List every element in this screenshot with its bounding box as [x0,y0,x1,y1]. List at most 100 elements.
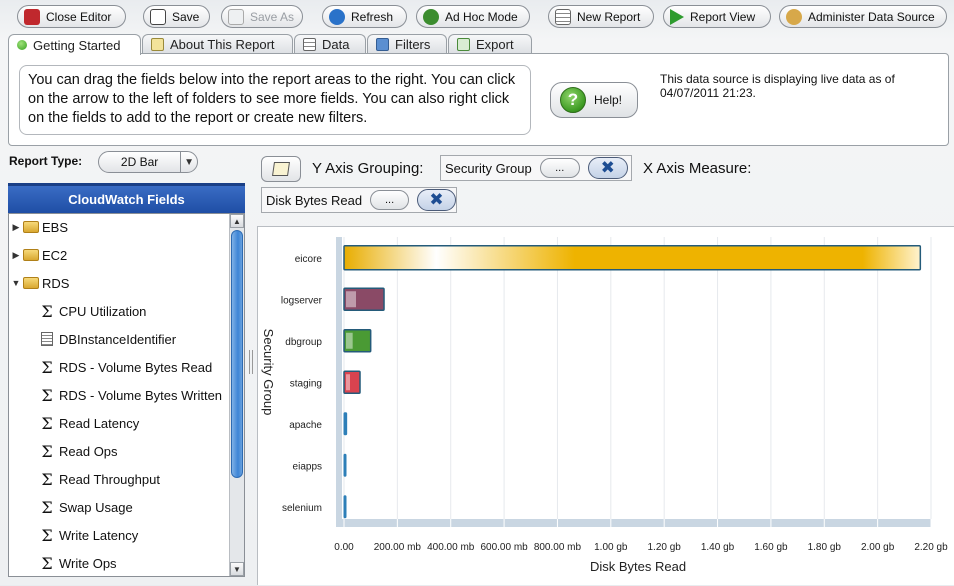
field-item[interactable]: Σ RDS - Volume Bytes Read [40,357,212,377]
instructions-text: You can drag the fields below into the r… [19,65,531,135]
y-tick-label: apache [289,420,322,431]
fields-scrollbar[interactable]: ▲ ▼ [229,214,244,576]
new-report-button[interactable]: New Report [548,5,654,28]
tree-folder-rds[interactable]: ▼ RDS [11,273,70,293]
sigma-icon: Σ [41,553,53,573]
y-axis-grouping-value: Security Group [445,160,532,176]
x-tick-label: 1.40 gb [701,542,735,553]
save-as-button[interactable]: Save As [221,5,303,28]
folder-icon [23,221,39,233]
scroll-up-icon[interactable]: ▲ [230,214,244,228]
bar-highlight [346,374,351,391]
chevron-down-icon[interactable]: ▼ [180,152,197,172]
chart-area: eicore logserver dbgroup staging apache eiapp… [257,226,954,585]
report-type-select[interactable]: 2D Bar ▼ [98,151,198,173]
field-item[interactable]: Σ Swap Usage [40,497,132,517]
report-type-label: Report Type: [9,154,83,168]
fields-tree: ▶ EBS ▶ EC2 ▼ RDS Σ CPU Utilization DBIn… [8,213,245,577]
x-tick-label: 1.80 gb [808,542,842,553]
tab-data[interactable]: Data [294,34,366,54]
y-grouping-options-button[interactable]: ... [539,158,580,178]
bar-highlight [346,332,353,349]
report-type-value: 2D Bar [120,155,159,169]
play-icon [670,8,684,25]
help-button[interactable]: ? Help! [550,82,638,118]
close-icon[interactable]: ✖ [587,157,628,179]
x-measure-options-button[interactable]: ... [370,190,410,210]
folder-icon [23,249,39,261]
tree-folder-ebs[interactable]: ▶ EBS [11,217,68,237]
x-tick-label: 600.00 mb [480,542,528,553]
panel-splitter-handle[interactable] [249,350,253,374]
x-axis-measure-value: Disk Bytes Read [266,192,363,208]
x-tick-label: 2.00 gb [861,542,895,553]
edit-report-button[interactable] [261,156,301,182]
expand-arrow-icon[interactable]: ▶ [11,222,21,233]
toolbar: Close Editor Save Save As Refresh Ad Hoc… [0,0,954,34]
y-axis-grouping-label: Y Axis Grouping: [312,160,424,177]
close-editor-button[interactable]: Close Editor [17,5,126,28]
expand-arrow-icon[interactable]: ▶ [11,250,21,261]
floppy-disk-icon [228,8,244,25]
admin-user-icon [786,8,802,25]
x-tick-label: 1.20 gb [647,542,681,553]
field-item[interactable]: Σ RDS - Volume Bytes Written [40,385,222,405]
sigma-icon: Σ [41,469,53,489]
y-tick-label: eicore [295,254,323,265]
x-axis-measure-label: X Axis Measure: [643,160,752,177]
x-tick-label: 2.20 gb [914,542,948,553]
bar-chart: eicore logserver dbgroup staging apache eiapp… [261,237,948,574]
tab-filters[interactable]: Filters [367,34,447,54]
sigma-icon: Σ [41,413,53,433]
x-tick-label: 1.00 gb [594,542,628,553]
close-editor-icon [24,8,40,25]
ad-hoc-icon [423,8,439,25]
x-axis-measure-field[interactable]: Disk Bytes Read ... ✖ [261,187,457,213]
question-mark-icon: ? [560,87,586,113]
field-item[interactable]: Σ Read Latency [40,413,139,433]
report-view-button[interactable]: Report View [663,5,771,28]
y-tick-label: staging [290,378,322,389]
field-item[interactable]: DBInstanceIdentifier [40,329,176,349]
ad-hoc-mode-button[interactable]: Ad Hoc Mode [416,5,530,28]
field-item[interactable]: Σ Write Latency [40,525,138,545]
y-tick-label: eiapps [293,461,322,472]
folder-icon [23,277,39,289]
note-icon [151,38,164,51]
fields-panel-title: CloudWatch Fields [8,183,245,213]
y-axis-band [336,237,342,527]
x-axis-band [336,519,931,527]
scroll-thumb[interactable] [231,230,243,478]
tab-about-this-report[interactable]: About This Report [142,34,293,54]
x-tick-label: 800.00 mb [534,542,582,553]
y-axis-title: Security Group [261,329,276,416]
y-axis-grouping-field[interactable]: Security Group ... ✖ [440,155,632,181]
close-icon[interactable]: ✖ [417,189,456,211]
save-button[interactable]: Save [143,5,210,28]
sigma-icon: Σ [41,301,53,321]
scroll-down-icon[interactable]: ▼ [230,562,244,576]
collapse-arrow-icon[interactable]: ▼ [11,278,21,288]
bar [343,495,347,519]
y-tick-label: selenium [282,503,322,514]
bar [343,412,348,436]
bar-highlight [346,291,357,308]
getting-started-panel: You can drag the fields below into the r… [8,53,949,146]
filter-icon [376,38,389,51]
floppy-disk-icon [150,8,166,25]
refresh-button[interactable]: Refresh [322,5,407,28]
sigma-icon: Σ [41,497,53,517]
x-tick-label: 200.00 mb [374,542,422,553]
tab-getting-started[interactable]: Getting Started [8,34,141,55]
field-item[interactable]: Σ Read Throughput [40,469,160,489]
edit-pencil-icon [272,162,290,176]
tab-export[interactable]: Export [448,34,532,54]
field-item[interactable]: Σ Write Ops [40,553,116,573]
field-item[interactable]: Σ CPU Utilization [40,301,146,321]
field-item[interactable]: Σ Read Ops [40,441,117,461]
bar [343,453,347,477]
bar [343,245,922,271]
administer-data-source-button[interactable]: Administer Data Source [779,5,947,28]
export-icon [457,38,470,51]
tree-folder-ec2[interactable]: ▶ EC2 [11,245,68,265]
